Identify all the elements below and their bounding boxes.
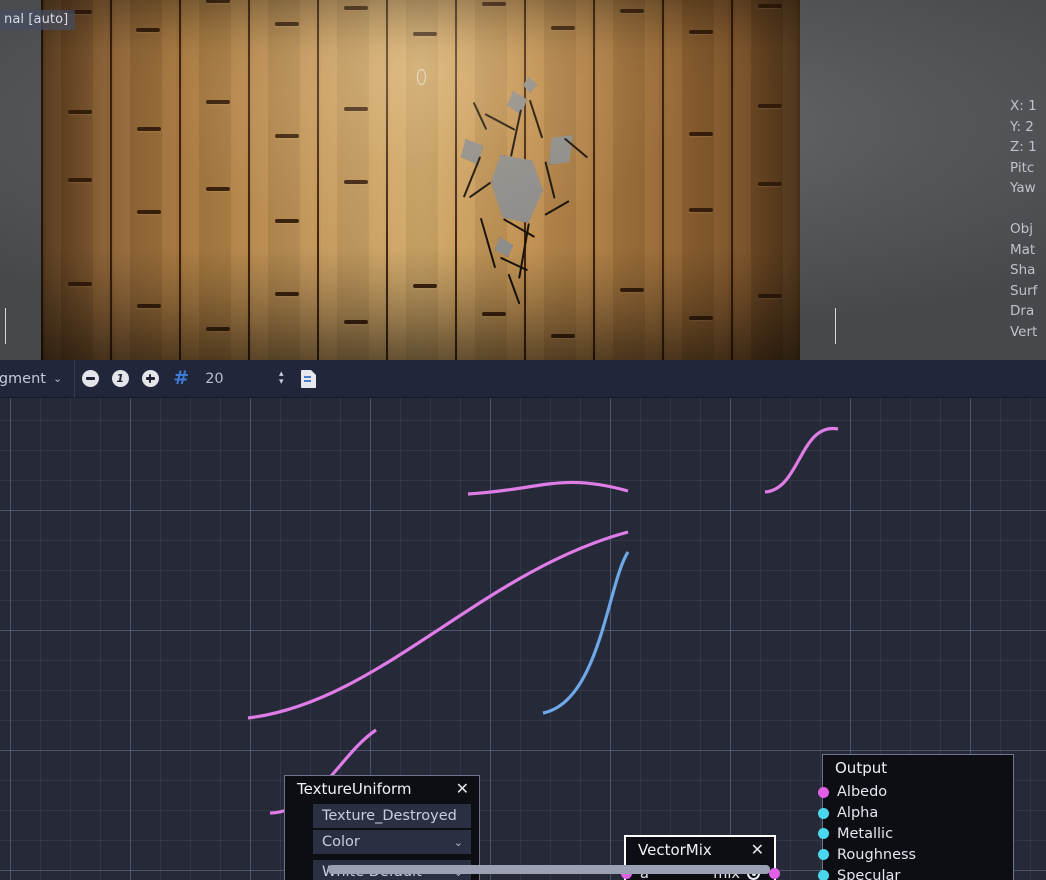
output-port-label: Alpha <box>837 805 878 821</box>
viewport-tick-right <box>835 308 836 344</box>
port-dot[interactable] <box>818 787 829 798</box>
close-icon[interactable]: ✕ <box>454 781 471 797</box>
zoom-reset-label: 1 <box>116 373 124 384</box>
zoom-reset-button[interactable]: 1 <box>105 360 135 398</box>
output-port-roughness[interactable]: Roughness <box>823 844 1013 865</box>
shader-node-editor[interactable]: ragment ⌄ 1 # 20 ▴ ▾ <box>0 360 1046 880</box>
output-port-label: Albedo <box>837 784 887 800</box>
node-title: VectorMix <box>638 841 712 859</box>
texture-type-value: Color <box>322 834 360 850</box>
viewport-info-readout: X: 1 Y: 2 Z: 1 Pitc Yaw Obj Mat Sha Surf… <box>998 96 1046 343</box>
horizontal-scrollbar[interactable] <box>0 865 1046 874</box>
snap-grid-icon: # <box>173 369 187 388</box>
node-header[interactable]: Output <box>823 755 1013 781</box>
output-port-label: Metallic <box>837 826 893 842</box>
info-yaw: Yaw <box>1010 178 1046 199</box>
chevron-down-icon: ⌄ <box>53 372 62 385</box>
stepper-down-icon: ▾ <box>279 379 284 386</box>
node-title: Output <box>835 759 887 777</box>
node-header[interactable]: VectorMix ✕ <box>626 837 774 863</box>
load-shader-file-button[interactable] <box>293 360 323 398</box>
info-objects: Obj <box>1010 219 1046 240</box>
info-pitch: Pitc <box>1010 158 1046 179</box>
info-draw: Dra <box>1010 301 1046 322</box>
info-shader: Sha <box>1010 260 1046 281</box>
node-header[interactable]: TextureUniform ✕ <box>285 776 479 802</box>
shader-editor-window: nal [auto] X: 1 Y: 2 Z: 1 Pitc Yaw Obj M… <box>0 0 1046 880</box>
port-dot[interactable] <box>818 808 829 819</box>
info-vertices: Vert <box>1010 322 1046 343</box>
viewport-projection-label: nal [auto] <box>0 10 75 30</box>
one-circle-icon: 1 <box>112 370 129 387</box>
shader-stage-label: ragment <box>0 371 46 387</box>
wood-wall-mesh <box>41 0 800 360</box>
info-y: Y: 2 <box>1010 117 1046 138</box>
snap-distance-stepper[interactable]: ▴ ▾ <box>269 371 293 386</box>
texture-name-field[interactable]: Texture_Destroyed <box>313 804 471 828</box>
scrollbar-thumb[interactable] <box>328 865 770 874</box>
port-dot[interactable] <box>818 849 829 860</box>
texture-name-value: Texture_Destroyed <box>322 808 457 824</box>
output-port-metallic[interactable]: Metallic <box>823 824 1013 845</box>
viewport-tick-left <box>5 308 6 344</box>
minus-circle-icon <box>82 370 99 387</box>
shader-stage-dropdown[interactable]: ragment ⌄ <box>0 360 75 398</box>
snap-toggle-button[interactable]: # <box>165 360 195 398</box>
zoom-out-button[interactable] <box>75 360 105 398</box>
wall-damage-hole <box>431 77 621 307</box>
node-output[interactable]: Output Albedo Alpha Metallic Roughness S… <box>822 754 1014 880</box>
document-icon <box>301 370 316 388</box>
node-title: TextureUniform <box>297 780 412 798</box>
plus-circle-icon <box>142 370 159 387</box>
port-dot[interactable] <box>818 828 829 839</box>
zoom-in-button[interactable] <box>135 360 165 398</box>
output-port-albedo[interactable]: Albedo <box>823 782 1013 803</box>
node-editor-toolbar: ragment ⌄ 1 # 20 ▴ ▾ <box>0 360 1046 398</box>
viewport-3d-cursor <box>417 69 426 85</box>
info-surface: Surf <box>1010 281 1046 302</box>
chevron-down-icon: ⌄ <box>454 836 463 849</box>
info-x: X: 1 <box>1010 96 1046 117</box>
output-port-alpha[interactable]: Alpha <box>823 803 1013 824</box>
close-icon[interactable]: ✕ <box>749 842 766 858</box>
info-material: Mat <box>1010 240 1046 261</box>
texture-type-dropdown[interactable]: Color ⌄ <box>313 830 471 854</box>
info-z: Z: 1 <box>1010 137 1046 158</box>
snap-distance-input[interactable]: 20 <box>195 367 269 391</box>
3d-viewport[interactable]: nal [auto] X: 1 Y: 2 Z: 1 Pitc Yaw Obj M… <box>0 0 1046 360</box>
info-gap <box>1010 199 1046 219</box>
output-port-label: Roughness <box>837 847 916 863</box>
